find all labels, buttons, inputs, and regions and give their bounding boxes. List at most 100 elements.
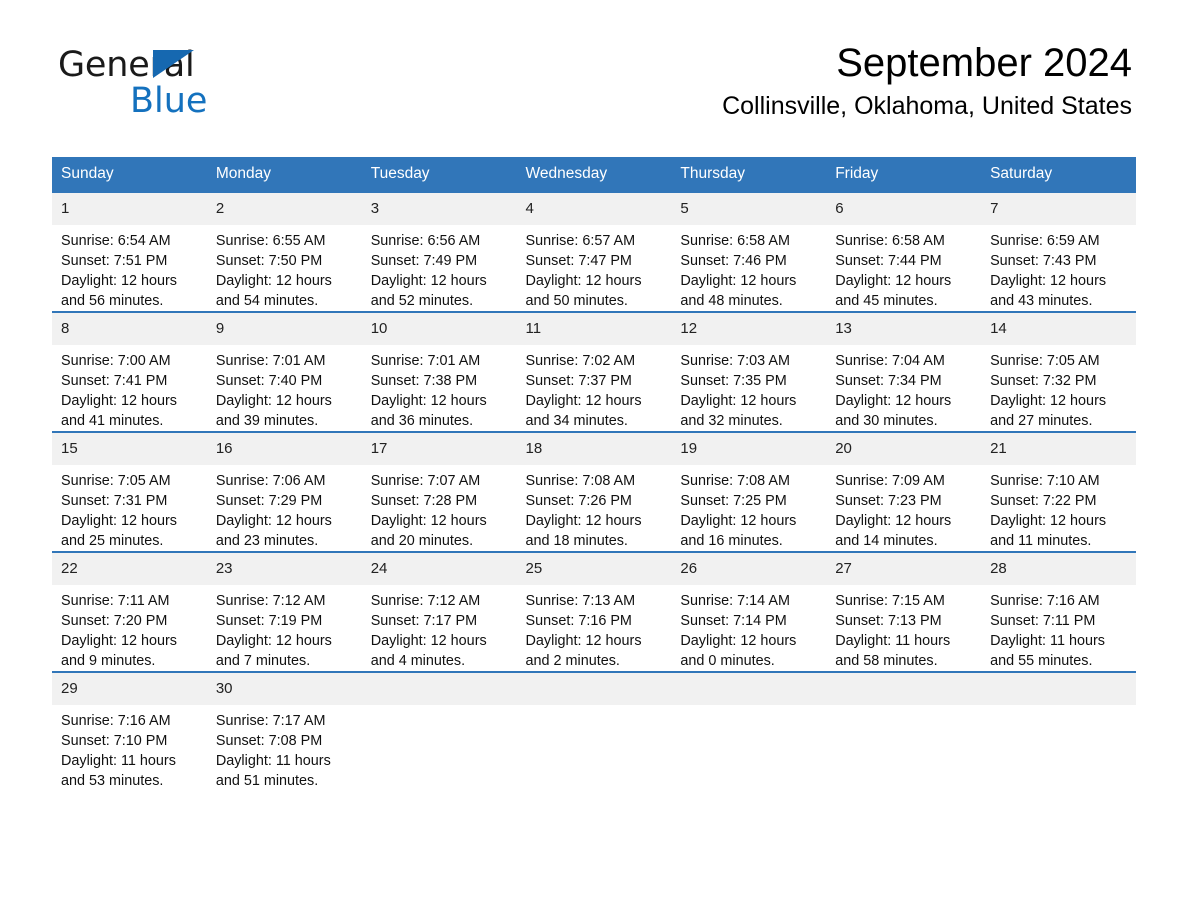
sunset-text: Sunset: 7:49 PM xyxy=(370,253,478,270)
day-number: 13 xyxy=(826,313,982,346)
calendar-day-cell[interactable]: 6 Sunrise: 6:58 AM Sunset: 7:44 PM Daylight… xyxy=(826,191,982,313)
calendar-day-cell[interactable]: 26 Sunrise: 7:14 AM Sunset: 7:14 PM Dayligh… xyxy=(671,551,827,673)
day-details: Sunrise: 6:54 AM Sunset: 7:51 PM Daylight:… xyxy=(52,225,207,311)
day-details: Sunrise: 7:14 AM Sunset: 7:14 PM Daylight:… xyxy=(671,585,826,671)
daylight-text: Daylight: 12 hours and 4 minutes. xyxy=(370,633,487,670)
daylight-text: Daylight: 12 hours and 11 minutes. xyxy=(990,513,1107,550)
daylight-text: Daylight: 12 hours and 14 minutes. xyxy=(835,513,952,550)
sunset-text: Sunset: 7:08 PM xyxy=(215,733,323,750)
weekday-header-thursday: Thursday xyxy=(671,157,827,193)
sunset-text: Sunset: 7:26 PM xyxy=(525,493,632,510)
calendar-day-cell[interactable]: 7 Sunrise: 6:59 AM Sunset: 7:43 PM Daylight… xyxy=(981,191,1136,313)
daylight-text: Daylight: 12 hours and 27 minutes. xyxy=(990,393,1107,430)
calendar-week-row: 29 Sunrise: 7:16 AM Sunset: 7:10 PM Dayligh… xyxy=(52,671,1136,793)
daylight-text: Daylight: 12 hours and 56 minutes. xyxy=(61,273,177,310)
day-number: 3 xyxy=(361,193,517,226)
logo-text-general: General xyxy=(58,45,195,85)
sunset-text: Sunset: 7:17 PM xyxy=(370,613,478,630)
day-details: Sunrise: 7:16 AM Sunset: 7:11 PM Daylight:… xyxy=(981,585,1136,671)
day-details: Sunrise: 7:11 AM Sunset: 7:20 PM Daylight:… xyxy=(52,585,207,671)
day-details: Sunrise: 6:58 AM Sunset: 7:46 PM Daylight:… xyxy=(671,225,826,311)
day-details: Sunrise: 7:07 AM Sunset: 7:28 PM Daylight:… xyxy=(362,465,517,551)
daylight-text: Daylight: 12 hours and 32 minutes. xyxy=(680,393,797,430)
sunrise-text: Sunrise: 6:54 AM xyxy=(61,233,171,250)
sunrise-text: Sunrise: 6:57 AM xyxy=(525,233,636,250)
day-number: 25 xyxy=(516,553,672,586)
day-number xyxy=(826,673,982,706)
day-details: Sunrise: 7:17 AM Sunset: 7:08 PM Daylight:… xyxy=(207,705,362,791)
sunset-text: Sunset: 7:31 PM xyxy=(61,493,168,510)
page-header: General Blue September 2024 Collinsville… xyxy=(0,0,1188,120)
calendar-day-cell[interactable]: 14 Sunrise: 7:05 AM Sunset: 7:32 PM Dayligh… xyxy=(981,311,1136,433)
calendar-day-cell[interactable]: 25 Sunrise: 7:13 AM Sunset: 7:16 PM Dayligh… xyxy=(516,551,672,673)
sunset-text: Sunset: 7:50 PM xyxy=(215,253,323,270)
calendar-day-cell[interactable]: 20 Sunrise: 7:09 AM Sunset: 7:23 PM Dayligh… xyxy=(826,431,982,553)
sunrise-text: Sunrise: 7:02 AM xyxy=(525,353,636,370)
daylight-text: Daylight: 12 hours and 50 minutes. xyxy=(525,273,642,310)
sunrise-text: Sunrise: 7:08 AM xyxy=(680,473,790,490)
calendar-day-cell[interactable]: 24 Sunrise: 7:12 AM Sunset: 7:17 PM Dayligh… xyxy=(361,551,517,673)
calendar-day-cell[interactable]: 11 Sunrise: 7:02 AM Sunset: 7:37 PM Dayligh… xyxy=(516,311,672,433)
calendar-day-cell[interactable]: 10 Sunrise: 7:01 AM Sunset: 7:38 PM Dayligh… xyxy=(361,311,517,433)
sunrise-text: Sunrise: 7:01 AM xyxy=(215,353,326,370)
calendar-week-row: 22 Sunrise: 7:11 AM Sunset: 7:20 PM Dayligh… xyxy=(52,551,1136,673)
calendar-body: 1 Sunrise: 6:54 AM Sunset: 7:51 PM Daylight… xyxy=(52,191,1136,793)
day-number: 28 xyxy=(981,553,1136,586)
calendar-day-cell[interactable]: 30 Sunrise: 7:17 AM Sunset: 7:08 PM Dayligh… xyxy=(206,671,362,793)
general-blue-logo: General Blue xyxy=(58,45,358,119)
calendar-table: Sunday Monday Tuesday Wednesday Thursday Frid… xyxy=(52,157,1136,793)
sunset-text: Sunset: 7:16 PM xyxy=(525,613,632,630)
day-number: 16 xyxy=(206,433,362,466)
calendar-day-cell[interactable]: 4 Sunrise: 6:57 AM Sunset: 7:47 PM Daylight… xyxy=(516,191,672,313)
calendar-day-cell[interactable]: 19 Sunrise: 7:08 AM Sunset: 7:25 PM Dayligh… xyxy=(671,431,827,553)
day-number: 11 xyxy=(516,313,672,346)
calendar-day-cell[interactable]: 28 Sunrise: 7:16 AM Sunset: 7:11 PM Dayligh… xyxy=(981,551,1136,673)
day-number: 15 xyxy=(52,433,207,466)
calendar-day-cell[interactable]: 3 Sunrise: 6:56 AM Sunset: 7:49 PM Daylight… xyxy=(361,191,517,313)
day-number: 9 xyxy=(206,313,362,346)
sunrise-text: Sunrise: 7:04 AM xyxy=(835,353,945,370)
calendar-day-cell[interactable]: 12 Sunrise: 7:03 AM Sunset: 7:35 PM Dayligh… xyxy=(671,311,827,433)
daylight-text: Daylight: 12 hours and 52 minutes. xyxy=(370,273,487,310)
calendar-day-cell[interactable]: 8 Sunrise: 7:00 AM Sunset: 7:41 PM Daylight… xyxy=(52,311,207,433)
calendar-day-cell[interactable]: 2 Sunrise: 6:55 AM Sunset: 7:50 PM Daylight… xyxy=(206,191,362,313)
calendar-day-cell[interactable]: 29 Sunrise: 7:16 AM Sunset: 7:10 PM Dayligh… xyxy=(52,671,207,793)
sunrise-text: Sunrise: 7:05 AM xyxy=(61,473,171,490)
sunset-text: Sunset: 7:51 PM xyxy=(61,253,168,270)
day-number xyxy=(516,673,672,706)
calendar-day-cell-empty xyxy=(361,671,517,793)
sunset-text: Sunset: 7:38 PM xyxy=(370,373,478,390)
calendar-day-cell[interactable]: 16 Sunrise: 7:06 AM Sunset: 7:29 PM Dayligh… xyxy=(206,431,362,553)
sunrise-text: Sunrise: 7:08 AM xyxy=(525,473,636,490)
sunset-text: Sunset: 7:14 PM xyxy=(680,613,787,630)
calendar-day-cell[interactable]: 22 Sunrise: 7:11 AM Sunset: 7:20 PM Dayligh… xyxy=(52,551,207,673)
calendar-container: Sunday Monday Tuesday Wednesday Thursday Frid… xyxy=(52,157,1136,793)
calendar-day-cell[interactable]: 18 Sunrise: 7:08 AM Sunset: 7:26 PM Dayligh… xyxy=(516,431,672,553)
daylight-text: Daylight: 12 hours and 30 minutes. xyxy=(835,393,952,430)
calendar-day-cell[interactable]: 9 Sunrise: 7:01 AM Sunset: 7:40 PM Daylight… xyxy=(206,311,362,433)
calendar-page: General Blue September 2024 Collinsville… xyxy=(0,0,1188,918)
calendar-day-cell[interactable]: 21 Sunrise: 7:10 AM Sunset: 7:22 PM Dayligh… xyxy=(981,431,1136,553)
day-details: Sunrise: 6:59 AM Sunset: 7:43 PM Daylight:… xyxy=(981,225,1136,311)
sunrise-text: Sunrise: 7:07 AM xyxy=(370,473,481,490)
sunrise-text: Sunrise: 6:55 AM xyxy=(215,233,326,250)
calendar-day-cell[interactable]: 13 Sunrise: 7:04 AM Sunset: 7:34 PM Dayligh… xyxy=(826,311,982,433)
daylight-text: Daylight: 12 hours and 9 minutes. xyxy=(61,633,177,670)
sunrise-text: Sunrise: 6:58 AM xyxy=(680,233,790,250)
calendar-day-cell[interactable]: 17 Sunrise: 7:07 AM Sunset: 7:28 PM Dayligh… xyxy=(361,431,517,553)
day-details: Sunrise: 7:15 AM Sunset: 7:13 PM Daylight:… xyxy=(826,585,981,671)
calendar-day-cell[interactable]: 27 Sunrise: 7:15 AM Sunset: 7:13 PM Dayligh… xyxy=(826,551,982,673)
calendar-day-cell[interactable]: 5 Sunrise: 6:58 AM Sunset: 7:46 PM Daylight… xyxy=(671,191,827,313)
day-details: Sunrise: 7:03 AM Sunset: 7:35 PM Daylight:… xyxy=(671,345,826,431)
sunrise-text: Sunrise: 6:59 AM xyxy=(990,233,1100,250)
calendar-day-cell[interactable]: 15 Sunrise: 7:05 AM Sunset: 7:31 PM Dayligh… xyxy=(52,431,207,553)
sunset-text: Sunset: 7:25 PM xyxy=(680,493,787,510)
daylight-text: Daylight: 12 hours and 39 minutes. xyxy=(215,393,332,430)
sunrise-text: Sunrise: 7:17 AM xyxy=(215,713,326,730)
calendar-day-cell[interactable]: 1 Sunrise: 6:54 AM Sunset: 7:51 PM Daylight… xyxy=(52,191,207,313)
day-details: Sunrise: 7:10 AM Sunset: 7:22 PM Daylight:… xyxy=(981,465,1136,551)
sunrise-text: Sunrise: 7:12 AM xyxy=(370,593,481,610)
daylight-text: Daylight: 11 hours and 51 minutes. xyxy=(215,753,331,790)
calendar-day-cell[interactable]: 23 Sunrise: 7:12 AM Sunset: 7:19 PM Dayligh… xyxy=(206,551,362,673)
sunset-text: Sunset: 7:47 PM xyxy=(525,253,632,270)
